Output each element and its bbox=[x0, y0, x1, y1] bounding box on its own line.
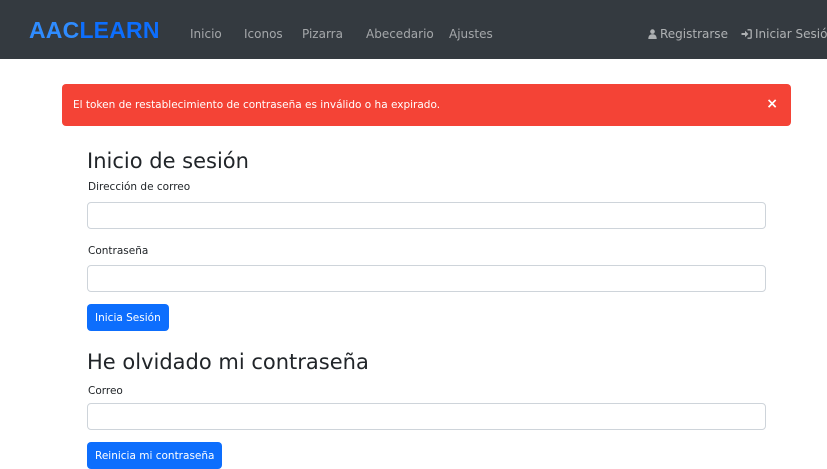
top-navbar: AACLEARN Inicio Iconos Pizarra Abecedari… bbox=[0, 0, 827, 59]
login-button[interactable]: Inicia Sesión bbox=[87, 304, 169, 331]
reset-email-label: Correo bbox=[88, 385, 123, 397]
close-icon[interactable]: × bbox=[766, 97, 778, 111]
brand-logo-learn: LEARN bbox=[79, 17, 160, 43]
login-link[interactable]: Iniciar Sesión bbox=[741, 27, 827, 41]
login-title: Inicio de sesión bbox=[87, 149, 249, 173]
reset-email-field[interactable] bbox=[87, 403, 766, 430]
nav-link-iconos[interactable]: Iconos bbox=[244, 27, 283, 41]
nav-link-inicio[interactable]: Inicio bbox=[190, 27, 222, 41]
brand-logo-aac: AAC bbox=[29, 17, 80, 43]
register-label: Registrarse bbox=[660, 27, 728, 41]
password-field[interactable] bbox=[87, 265, 766, 292]
sign-in-icon bbox=[741, 29, 752, 39]
user-icon bbox=[648, 29, 657, 39]
nav-link-ajustes[interactable]: Ajustes bbox=[449, 27, 493, 41]
email-label: Dirección de correo bbox=[88, 181, 191, 193]
alert-message: El token de restablecimiento de contrase… bbox=[73, 99, 441, 111]
nav-link-pizarra[interactable]: Pizarra bbox=[302, 27, 343, 41]
register-link[interactable]: Registrarse bbox=[648, 27, 728, 41]
error-alert: El token de restablecimiento de contrase… bbox=[62, 84, 791, 126]
nav-link-abecedario[interactable]: Abecedario bbox=[366, 27, 434, 41]
password-label: Contraseña bbox=[88, 245, 149, 257]
login-label: Iniciar Sesión bbox=[755, 27, 827, 41]
brand-logo[interactable]: AACLEARN bbox=[29, 18, 160, 42]
forgot-password-title: He olvidado mi contraseña bbox=[87, 350, 369, 374]
email-field[interactable] bbox=[87, 202, 766, 229]
